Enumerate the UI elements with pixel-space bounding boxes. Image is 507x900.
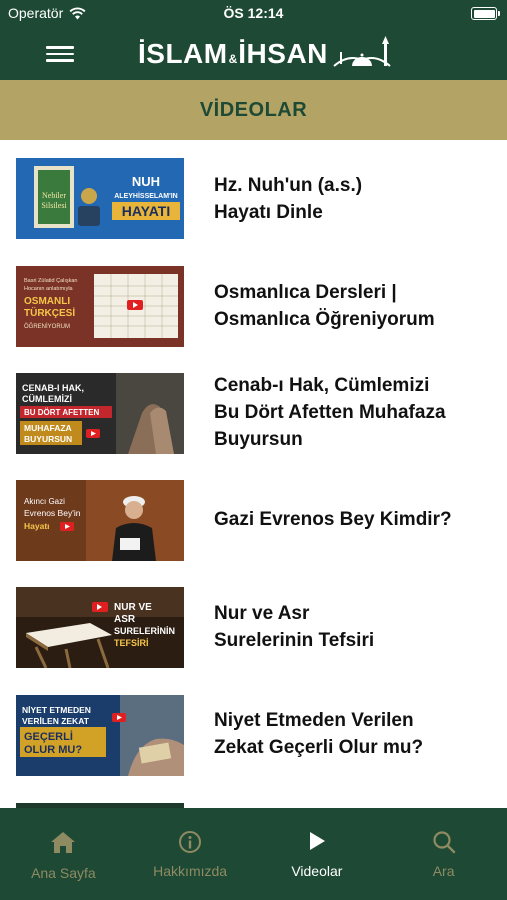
info-icon [179,831,202,853]
thumbnail-text: TÜRKÇESİ [24,306,75,319]
thumbnail-text: ÖĞRENİYORUM [24,323,70,330]
video-thumbnail[interactable]: Akıncı Gazi Evrenos Bey'in Hayatı [16,480,184,561]
video-thumbnail[interactable]: NUR VE ASR SURELERİNİN TEFSİRİ [16,587,184,668]
bottom-tab-bar: Ana Sayfa Hakkımızda Videolar Ara [0,808,507,900]
search-icon [433,831,455,854]
tab-label: Ara [432,863,455,879]
logo-text-left: İSLAM [138,38,228,69]
battery-icon [471,7,500,20]
tab-label: Ana Sayfa [31,865,96,881]
section-banner: VİDEOLAR [0,80,507,140]
video-thumbnail[interactable]: CENAB-I HAK, CÜMLEMİZİ BU DÖRT AFETTEN M… [16,373,184,454]
book-title-line: Nebiler [42,191,66,200]
thumbnail-text: Hayatı [24,521,50,531]
video-title[interactable]: Gazi Evrenos Bey Kimdir? [214,506,493,533]
thumbnail-text: OLUR MU? [24,744,82,756]
tab-about[interactable]: Hakkımızda [127,808,254,900]
thumbnail-text: MUHAFAZA [24,423,72,433]
logo-ampersand: & [228,52,238,66]
thumbnail-text: NİYET ETMEDEN [22,705,91,715]
tab-search[interactable]: Ara [380,808,507,900]
thumbnail-image: Basri Zülatid Çalışkan Hocanın anlatımıy… [16,266,184,347]
thumbnail-text: NUR VE [114,602,152,613]
video-list-item[interactable]: Akıncı Gazi Evrenos Bey'in Hayatı Gazi E… [0,461,507,568]
book-title-line: Silsilesi [41,201,67,210]
status-bar: Operatör ÖS 12:14 [0,0,507,28]
app-header: İSLAM & İHSAN [0,28,507,80]
hamburger-menu-icon[interactable] [44,42,76,66]
video-list-item[interactable] [0,782,507,808]
tab-home[interactable]: Ana Sayfa [0,808,127,900]
thumbnail-image: CENAB-I HAK, CÜMLEMİZİ BU DÖRT AFETTEN M… [16,373,184,454]
thumbnail-image: Akıncı Gazi Evrenos Bey'in Hayatı [16,480,184,561]
section-title: VİDEOLAR [199,98,308,121]
video-list-item[interactable]: NİYET ETMEDEN VERİLEN ZEKAT GEÇERLİ OLUR… [0,675,507,782]
video-title[interactable]: Cenab-ı Hak, Cümlemizi Bu Dört Afetten M… [214,372,493,453]
video-list[interactable]: Nebiler Silsilesi NUH ALEYHİSSELAM'IN HA… [0,140,507,808]
video-thumbnail[interactable]: NİYET ETMEDEN VERİLEN ZEKAT GEÇERLİ OLUR… [16,695,184,776]
thumbnail-text: Basri Zülatid Çalışkan [24,278,78,284]
thumbnail-text: TEFSİRİ [114,638,149,648]
video-list-item[interactable]: CENAB-I HAK, CÜMLEMİZİ BU DÖRT AFETTEN M… [0,354,507,461]
home-icon [51,832,76,853]
video-title[interactable]: Hz. Nuh'un (a.s.) Hayatı Dinle [214,172,493,226]
tab-label: Hakkımızda [153,863,228,879]
thumbnail-text: Akıncı Gazi [24,497,65,506]
thumbnail-text: OSMANLI [24,296,70,307]
thumbnail-text: CÜMLEMİZİ [22,394,72,404]
mosque-icon [333,36,391,67]
thumbnail-text: Hocanın anlatımıyla [24,286,74,292]
thumbnail-text: BU DÖRT AFETTEN [24,408,99,417]
status-time: ÖS 12:14 [223,5,284,21]
thumbnail-text: NUH [132,174,160,189]
tab-videos[interactable]: Videolar [254,808,381,900]
thumbnail-text: HAYATI [122,203,171,219]
thumbnail-text: ALEYHİSSELAM'IN [114,192,178,200]
video-list-item[interactable]: Nebiler Silsilesi NUH ALEYHİSSELAM'IN HA… [0,140,507,247]
thumbnail-image: NUR VE ASR SURELERİNİN TEFSİRİ [16,587,184,668]
thumbnail-text: ASR [114,614,136,625]
thumbnail-image: NİYET ETMEDEN VERİLEN ZEKAT GEÇERLİ OLUR… [16,695,184,776]
thumbnail-image: Nebiler Silsilesi NUH ALEYHİSSELAM'IN HA… [16,158,184,239]
thumbnail-text: GEÇERLİ [24,730,73,743]
video-title[interactable]: Osmanlıca Dersleri | Osmanlıca Öğreniyor… [214,279,493,333]
video-list-item[interactable]: NUR VE ASR SURELERİNİN TEFSİRİ Nur ve As… [0,568,507,675]
thumbnail-text: CENAB-I HAK, [22,383,84,393]
thumbnail-text: SURELERİNİN [114,626,175,636]
play-icon [309,832,325,850]
logo-text-right: İHSAN [238,38,328,69]
video-title[interactable]: Nur ve Asr Surelerinin Tefsiri [214,600,493,654]
video-thumbnail[interactable]: Nebiler Silsilesi NUH ALEYHİSSELAM'IN HA… [16,158,184,239]
tab-label: Videolar [291,863,343,879]
thumbnail-text: BUYURSUN [24,434,72,444]
video-list-item[interactable]: Basri Zülatid Çalışkan Hocanın anlatımıy… [0,247,507,354]
thumbnail-text: Evrenos Bey'in [24,508,81,518]
thumbnail-text: VERİLEN ZEKAT [22,716,90,726]
app-logo: İSLAM & İHSAN [138,36,394,72]
video-thumbnail[interactable]: Basri Zülatid Çalışkan Hocanın anlatımıy… [16,266,184,347]
video-title[interactable]: Niyet Etmeden Verilen Zekat Geçerli Olur… [214,707,493,761]
